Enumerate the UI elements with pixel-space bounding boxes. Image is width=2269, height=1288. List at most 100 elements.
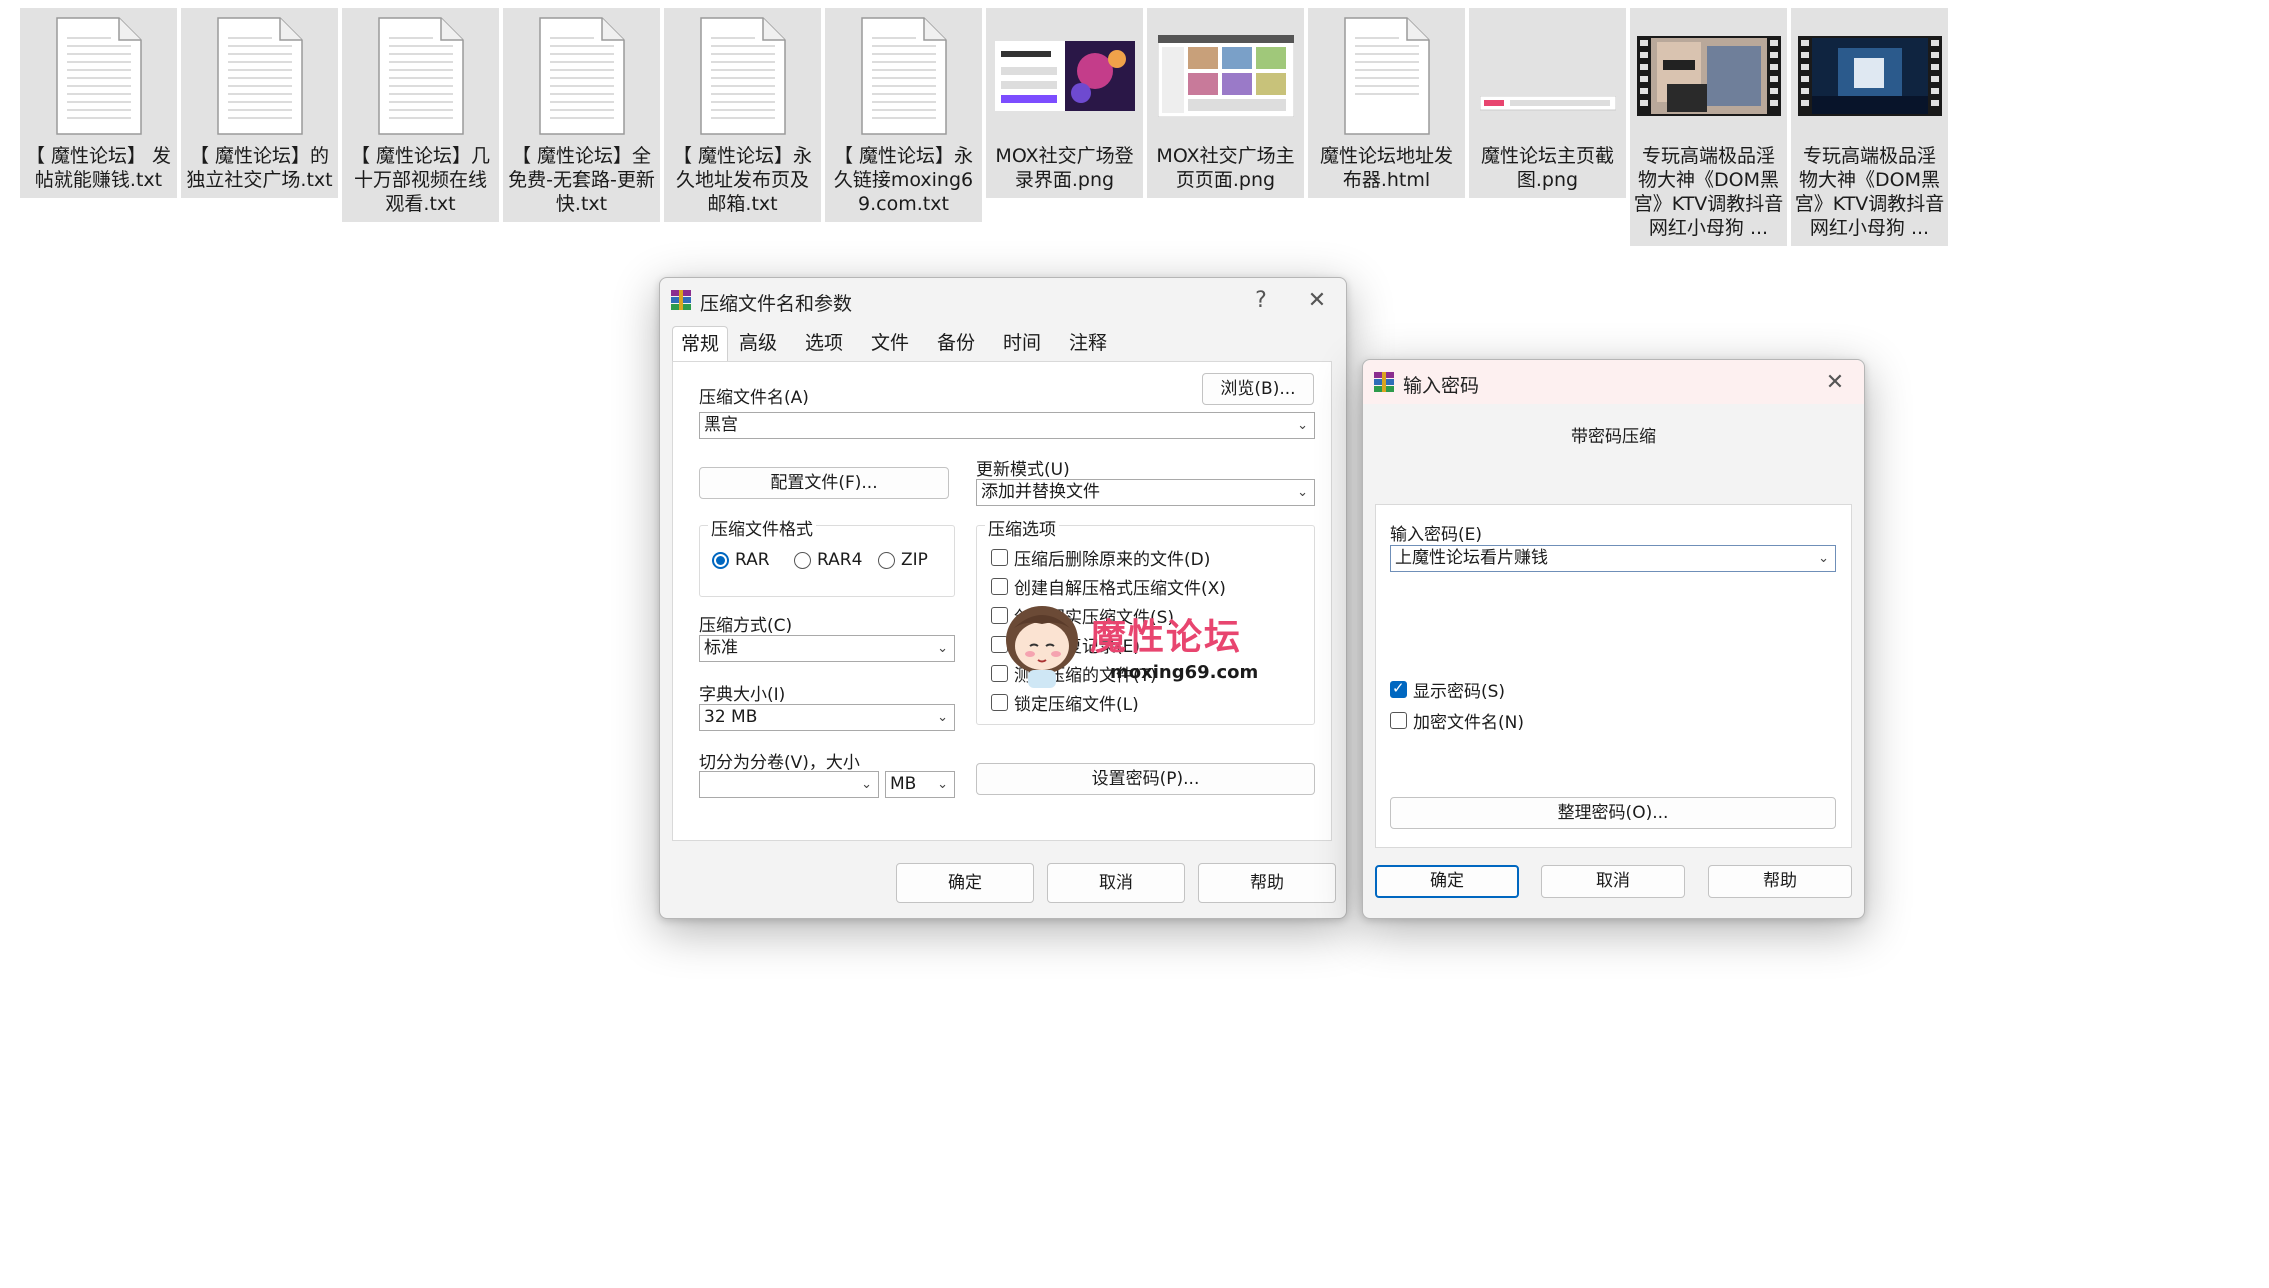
format-group: 压缩文件格式 RAR RAR4 ZIP (699, 515, 955, 597)
file-item[interactable]: MOX社交广场登录界面.png (986, 8, 1143, 198)
file-name: 【 魔性论坛】永久链接moxing69.com.txt (833, 145, 974, 215)
text-file-icon (825, 8, 982, 144)
chevron-down-icon: ⌄ (937, 777, 948, 792)
file-name: 【 魔性论坛】的独立社交广场.txt (186, 145, 333, 191)
dialog-subtitle: 带密码压缩 (1571, 427, 1656, 447)
chevron-down-icon: ⌄ (1297, 485, 1308, 500)
file-item[interactable]: 魔性论坛地址发布器.html (1308, 8, 1465, 198)
mascot-image (1006, 606, 1078, 688)
file-name: 魔性论坛主页截图.png (1480, 145, 1614, 191)
file-item[interactable]: 专玩高端极品淫物大神《DOM黑宫》KTV调教抖音网红小母狗 ... (1791, 8, 1948, 246)
image-thumbnail (1469, 8, 1626, 144)
split-unit-value: MB (890, 774, 917, 794)
password-input[interactable]: 上魔性论坛看片赚钱 ⌄ (1390, 545, 1836, 572)
organize-passwords-button[interactable]: 整理密码(O)... (1390, 797, 1836, 829)
help-icon[interactable]: ? (1240, 284, 1282, 316)
split-unit-select[interactable]: MB ⌄ (885, 771, 955, 798)
archive-name-input[interactable]: 黑宫 ⌄ (699, 412, 1315, 439)
format-rar4-radio[interactable]: RAR4 (794, 550, 862, 570)
archive-dialog-titlebar: 压缩文件名和参数 ? ✕ (660, 278, 1346, 322)
update-mode-label: 更新模式(U) (976, 460, 1070, 480)
file-item[interactable]: 【 魔性论坛】的独立社交广场.txt (181, 8, 338, 198)
tab-options[interactable]: 选项 (796, 326, 852, 360)
chevron-down-icon: ⌄ (861, 777, 872, 792)
format-zip-radio[interactable]: ZIP (878, 550, 928, 570)
profiles-button[interactable]: 配置文件(F)... (699, 467, 949, 499)
close-icon[interactable]: ✕ (1814, 366, 1856, 398)
show-password-checkbox[interactable]: 显示密码(S) (1390, 677, 1505, 702)
dict-size-value: 32 MB (704, 707, 758, 727)
file-item[interactable]: 专玩高端极品淫物大神《DOM黑宫》KTV调教抖音网红小母狗 ... (1630, 8, 1787, 246)
cancel-button[interactable]: 取消 (1541, 865, 1685, 898)
close-icon[interactable]: ✕ (1296, 284, 1338, 316)
chevron-down-icon: ⌄ (1818, 551, 1829, 566)
password-dialog-titlebar: 输入密码 ✕ (1363, 360, 1864, 404)
archive-name-value: 黑宫 (704, 415, 738, 435)
file-name: 【 魔性论坛】永久地址发布页及邮箱.txt (672, 145, 813, 215)
format-group-title: 压缩文件格式 (708, 515, 816, 540)
file-item[interactable]: MOX社交广场主页页面.png (1147, 8, 1304, 198)
dict-size-select[interactable]: 32 MB ⌄ (699, 704, 955, 731)
update-mode-select[interactable]: 添加并替换文件 ⌄ (976, 479, 1315, 506)
image-thumbnail (1147, 8, 1304, 144)
tab-time[interactable]: 时间 (994, 326, 1050, 360)
browse-button[interactable]: 浏览(B)... (1202, 373, 1314, 405)
cancel-button[interactable]: 取消 (1047, 863, 1185, 903)
split-size-input[interactable]: ⌄ (699, 771, 879, 798)
file-name: 【 魔性论坛】几十万部视频在线观看.txt (350, 145, 491, 215)
file-name: 魔性论坛地址发布器.html (1319, 145, 1453, 191)
help-button[interactable]: 帮助 (1198, 863, 1336, 903)
file-item[interactable]: 【 魔性论坛】全免费-无套路-更新快.txt (503, 8, 660, 222)
text-file-icon (503, 8, 660, 144)
tab-backup[interactable]: 备份 (928, 326, 984, 360)
text-file-icon (342, 8, 499, 144)
password-value: 上魔性论坛看片赚钱 (1395, 548, 1548, 568)
chevron-down-icon: ⌄ (937, 641, 948, 656)
archive-name-label: 压缩文件名(A) (699, 388, 809, 408)
tab-files[interactable]: 文件 (862, 326, 918, 360)
chevron-down-icon: ⌄ (1297, 418, 1308, 433)
enter-password-label: 输入密码(E) (1390, 525, 1483, 545)
file-item[interactable]: 【 魔性论坛】永久地址发布页及邮箱.txt (664, 8, 821, 222)
html-file-icon (1308, 8, 1465, 144)
tab-general[interactable]: 常规 (672, 326, 728, 362)
video-thumbnail (1630, 8, 1787, 144)
watermark: 魔性论坛 moxing69.com (1000, 596, 1300, 696)
chevron-down-icon: ⌄ (937, 710, 948, 725)
dialog-title: 压缩文件名和参数 (700, 293, 853, 315)
file-name: 专玩高端极品淫物大神《DOM黑宫》KTV调教抖音网红小母狗 ... (1794, 145, 1945, 239)
video-thumbnail (1791, 8, 1948, 144)
update-mode-value: 添加并替换文件 (981, 482, 1100, 502)
text-file-icon (20, 8, 177, 144)
file-item[interactable]: 【 魔性论坛】永久链接moxing69.com.txt (825, 8, 982, 222)
text-file-icon (664, 8, 821, 144)
file-name: MOX社交广场主页页面.png (1156, 145, 1295, 191)
file-name: 专玩高端极品淫物大神《DOM黑宫》KTV调教抖音网红小母狗 ... (1633, 145, 1784, 239)
dict-size-label: 字典大小(I) (699, 685, 786, 705)
method-select[interactable]: 标准 ⌄ (699, 635, 955, 662)
file-item[interactable]: 魔性论坛主页截图.png (1469, 8, 1626, 198)
watermark-url: moxing69.com (1110, 662, 1259, 683)
password-panel: 输入密码(E) 上魔性论坛看片赚钱 ⌄ 显示密码(S) 加密文件名(N) 整理密… (1375, 504, 1852, 848)
set-password-button[interactable]: 设置密码(P)... (976, 763, 1315, 795)
delete-after-checkbox[interactable]: 压缩后删除原来的文件(D) (991, 545, 1210, 570)
encrypt-filenames-checkbox[interactable]: 加密文件名(N) (1390, 708, 1524, 733)
split-volumes-label: 切分为分卷(V)，大小 (699, 753, 860, 773)
file-item[interactable]: 【 魔性论坛】 发帖就能赚钱.txt (20, 8, 177, 198)
text-file-icon (181, 8, 338, 144)
file-name: 【 魔性论坛】 发帖就能赚钱.txt (25, 145, 172, 191)
file-name: MOX社交广场登录界面.png (995, 145, 1134, 191)
help-button[interactable]: 帮助 (1708, 865, 1852, 898)
tab-advanced[interactable]: 高级 (730, 326, 786, 360)
ok-button[interactable]: 确定 (896, 863, 1034, 903)
file-item[interactable]: 【 魔性论坛】几十万部视频在线观看.txt (342, 8, 499, 222)
winrar-icon (1374, 372, 1394, 392)
format-rar-radio[interactable]: RAR (712, 550, 770, 570)
dialog-title: 输入密码 (1403, 375, 1480, 397)
winrar-icon (671, 290, 691, 310)
tab-comment[interactable]: 注释 (1060, 326, 1116, 360)
method-label: 压缩方式(C) (699, 616, 793, 636)
password-dialog: 输入密码 ✕ 带密码压缩 输入密码(E) 上魔性论坛看片赚钱 ⌄ 显示密码(S)… (1362, 359, 1865, 919)
ok-button[interactable]: 确定 (1375, 865, 1519, 898)
file-name: 【 魔性论坛】全免费-无套路-更新快.txt (508, 145, 655, 215)
